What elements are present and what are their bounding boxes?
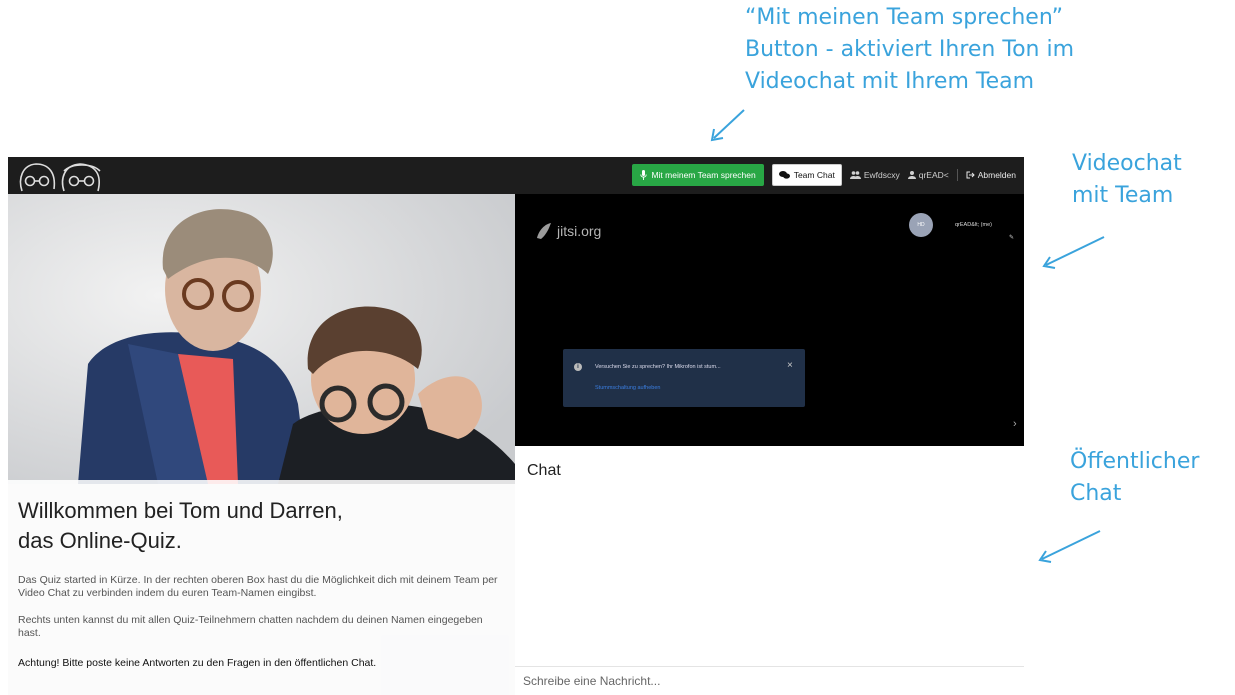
jitsi-logo-icon [537,223,551,239]
mic-muted-notification: i Versuchen Sie zu sprechen? Ihr Mikrofo… [563,349,805,407]
logout-label: Abmelden [977,170,1016,180]
welcome-warning: Achtung! Bitte poste keine Antworten zu … [18,657,377,669]
annotation-talk-button: “Mit meinen Team sprechen” Button - akti… [745,2,1074,98]
chat-message-input[interactable]: Schreibe eine Nachricht... [515,666,1024,695]
annotation-line: mit Team [1072,183,1174,208]
navbar-divider [956,169,958,181]
team-name-label: Ewfdscxy [863,170,900,180]
unmute-link[interactable]: Stummschaltung aufheben [595,385,660,391]
chevron-right-icon[interactable]: › [1013,418,1017,430]
users-icon [849,171,861,179]
navbar-actions: Mit meinem Team sprechen Team Chat Ewfds… [632,163,1016,187]
jitsi-brand-label: jitsi.org [557,223,602,239]
welcome-paragraph: Rechts unten kannst du mit allen Quiz-Te… [18,614,483,639]
annotation-line: Button - aktiviert Ihren Ton im [745,37,1075,62]
logo-faces-icon[interactable] [16,159,108,193]
welcome-panel: Willkommen bei Tom und Darren, das Onlin… [8,194,515,695]
top-navbar: Mit meinem Team sprechen Team Chat Ewfds… [8,157,1024,194]
annotation-arrow-icon [1038,530,1101,563]
annotation-arrow-icon [1042,236,1105,269]
chat-bubbles-icon [778,171,790,179]
annotation-videochat: Videochat mit Team [1072,148,1182,212]
team-videochat[interactable]: jitsi.org HD qrEAD&lt; (me) ✎ i Versuche… [515,194,1024,446]
quiz-app-window: Mit meinem Team sprechen Team Chat Ewfds… [8,157,1024,695]
team-chat-button[interactable]: Team Chat [771,164,842,186]
annotation-line: Videochat [1072,151,1182,176]
welcome-paragraph: Das Quiz started in Kürze. In der rechte… [18,574,498,599]
annotation-arrow-icon [710,109,745,142]
info-icon: i [574,363,582,371]
user-name-link[interactable]: qrEAD< [907,170,949,180]
talk-to-team-label: Mit meinem Team sprechen [651,170,756,180]
logout-link[interactable]: Abmelden [966,170,1016,180]
annotation-line: Chat [1070,481,1122,506]
participant-mic-icon: ✎ [1009,235,1015,241]
welcome-text-box: Willkommen bei Tom und Darren, das Onlin… [8,480,515,695]
team-chat-label: Team Chat [793,170,835,180]
team-name-link[interactable]: Ewfdscxy [849,170,900,180]
user-name-label: qrEAD< [918,170,949,180]
close-icon[interactable]: × [787,360,793,371]
welcome-heading-line: das Online-Quiz. [18,528,182,553]
microphone-icon [640,170,648,180]
chat-title: Chat [527,462,561,479]
welcome-heading: Willkommen bei Tom und Darren, das Onlin… [18,496,458,556]
public-chat-panel: Chat Schreibe eine Nachricht... [515,446,1024,695]
annotation-line: Öffentlicher [1070,449,1200,474]
talk-to-team-button[interactable]: Mit meinem Team sprechen [632,164,764,186]
sign-out-icon [966,171,975,179]
notification-text: Versuchen Sie zu sprechen? Ihr Mikrofon … [595,364,721,370]
avatar-initials: HD [917,222,925,228]
jitsi-watermark[interactable]: jitsi.org [535,222,601,240]
user-icon [907,171,916,179]
annotation-public-chat: Öffentlicher Chat [1070,446,1199,510]
participant-avatar[interactable]: HD [909,213,933,237]
hosts-photo [8,194,515,484]
welcome-heading-line: Willkommen bei Tom und Darren, [18,498,343,523]
annotation-line: Videochat mit Ihrem Team [745,69,1035,94]
participant-name: qrEAD&lt; (me) [955,222,992,228]
annotation-line: “Mit meinen Team sprechen” [745,5,1063,30]
